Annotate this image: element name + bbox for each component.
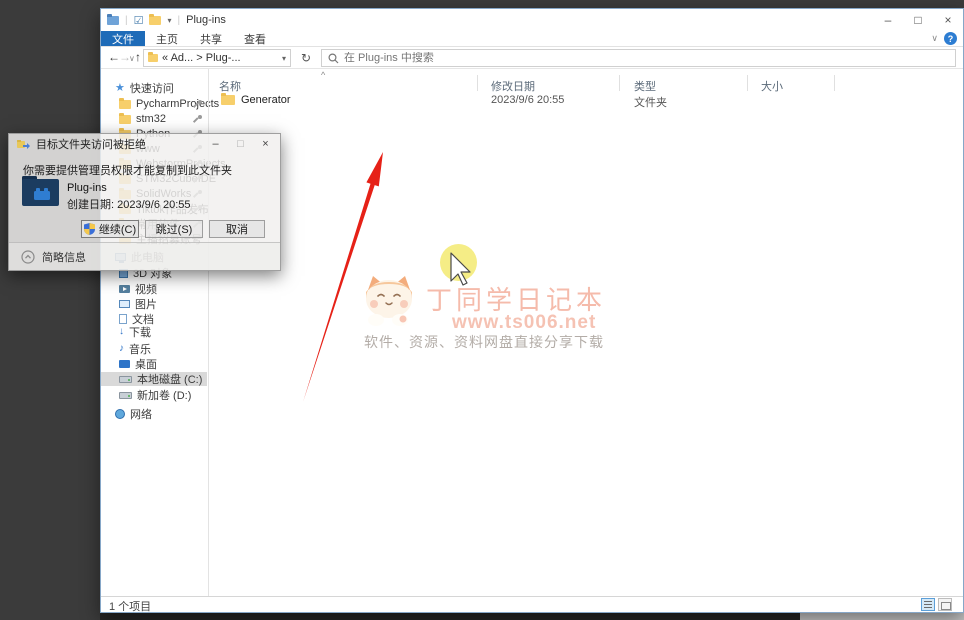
- taskbar-strip-light: [800, 613, 964, 620]
- folder-icon: [221, 93, 235, 105]
- customize-qat-dropdown-icon[interactable]: ▾: [167, 16, 171, 25]
- videos-icon: [119, 285, 130, 293]
- sidebar-item-downloads[interactable]: ↓ 下载: [101, 325, 207, 340]
- sidebar-item-quick-access[interactable]: ★ 快速访问: [101, 81, 207, 96]
- move-folder-icon: [17, 139, 30, 149]
- sidebar-item-videos[interactable]: 视频: [101, 282, 207, 296]
- pin-icon: [193, 99, 202, 109]
- desktop: | ☑ ▾ | Plug-ins – □ × 文件 主页 共享 查看 ∨ ? ←: [0, 0, 964, 620]
- dialog-footer[interactable]: 简略信息: [9, 242, 280, 270]
- watermark: 丁同学日记本 www.ts006.net 软件、资源、资料网盘直接分享下载: [360, 274, 620, 350]
- plugins-folder-icon: [22, 176, 59, 206]
- column-separator[interactable]: [834, 75, 835, 91]
- close-button[interactable]: ×: [933, 9, 963, 31]
- uac-shield-icon: [83, 223, 95, 235]
- quick-access-toolbar: | ☑ ▾ | Plug-ins: [101, 13, 226, 27]
- click-highlight: [440, 244, 477, 281]
- search-bar[interactable]: [321, 49, 956, 67]
- sidebar-item-documents[interactable]: 文档: [101, 312, 207, 326]
- refresh-button[interactable]: ↻: [295, 49, 317, 67]
- cancel-button[interactable]: 取消: [209, 220, 265, 238]
- tab-home[interactable]: 主页: [145, 31, 189, 46]
- network-icon: [115, 409, 125, 419]
- music-icon: ♪: [119, 343, 124, 354]
- pin-icon: [193, 114, 202, 124]
- desktop-icon: [119, 360, 130, 368]
- continue-button[interactable]: 继续(C): [81, 220, 139, 238]
- sidebar-item-pictures[interactable]: 图片: [101, 297, 207, 311]
- sidebar-item-network[interactable]: 网络: [101, 407, 207, 421]
- up-button[interactable]: ↑: [135, 50, 141, 64]
- sidebar-item-new-volume-d[interactable]: 新加卷 (D:): [101, 388, 207, 402]
- column-separator[interactable]: [619, 75, 620, 91]
- sidebar-item-desktop[interactable]: 桌面: [101, 357, 207, 371]
- collapse-details-icon: [21, 249, 35, 264]
- navigation-toolbar: ← → ∨ ↑ « Ad... > Plug-... ▾ ↻: [101, 47, 963, 69]
- downloads-icon: ↓: [119, 326, 124, 337]
- file-type: 文件夹: [634, 97, 667, 109]
- address-dropdown-icon[interactable]: ▾: [282, 54, 286, 63]
- item-count: 1 个项目: [109, 601, 152, 613]
- dialog-title: 目标文件夹访问被拒绝: [36, 139, 146, 151]
- minimize-button[interactable]: –: [873, 9, 903, 31]
- dialog-close-button[interactable]: ×: [253, 134, 278, 154]
- sidebar-item-pinned[interactable]: PycharmProjects: [101, 97, 219, 111]
- address-bar[interactable]: « Ad... > Plug-... ▾: [143, 49, 291, 67]
- search-input[interactable]: [344, 52, 949, 64]
- taskbar-strip: [100, 613, 800, 620]
- tab-file[interactable]: 文件: [101, 31, 145, 46]
- separator: |: [125, 14, 128, 26]
- sidebar-item-music[interactable]: ♪ 音乐: [101, 342, 207, 357]
- sidebar-item-pinned[interactable]: stm32: [101, 112, 207, 126]
- shiba-dog-icon: [366, 276, 412, 326]
- column-separator[interactable]: [477, 75, 478, 91]
- quick-access-star-icon: ★: [115, 82, 125, 94]
- window-title: Plug-ins: [186, 14, 226, 26]
- drive-icon: [119, 375, 132, 383]
- watermark-url: www.ts006.net: [452, 312, 597, 333]
- dialog-maximize-button: □: [237, 138, 244, 150]
- access-denied-dialog: 目标文件夹访问被拒绝 – □ × 你需要提供管理员权限才能复制到此文件夹 Plu…: [8, 133, 281, 271]
- sidebar-item-local-disk-c[interactable]: 本地磁盘 (C:): [101, 372, 207, 386]
- help-icon[interactable]: ?: [944, 32, 957, 45]
- sort-ascending-icon: ^: [321, 70, 326, 80]
- search-icon: [328, 52, 339, 63]
- dialog-minimize-button[interactable]: –: [203, 134, 228, 154]
- ribbon-tabs: 文件 主页 共享 查看: [101, 31, 963, 47]
- watermark-subtitle: 软件、资源、资料网盘直接分享下载: [364, 334, 604, 350]
- collapse-ribbon-icon[interactable]: ∨: [931, 33, 938, 44]
- dialog-title-bar: 目标文件夹访问被拒绝 – □ ×: [9, 134, 280, 154]
- pictures-icon: [119, 300, 130, 308]
- tab-share[interactable]: 共享: [189, 31, 233, 46]
- file-row-generator[interactable]: Generator 2023/9/6 20:55 文件夹: [209, 92, 963, 109]
- column-separator[interactable]: [747, 75, 748, 91]
- icons-view-button[interactable]: [938, 598, 952, 611]
- file-date: 2023/9/6 20:55: [491, 94, 565, 106]
- address-breadcrumb[interactable]: « Ad... > Plug-...: [162, 52, 241, 64]
- documents-icon: [119, 314, 127, 324]
- details-view-button[interactable]: [921, 598, 935, 611]
- dialog-footer-label: 简略信息: [42, 251, 86, 264]
- title-bar: | ☑ ▾ | Plug-ins – □ ×: [101, 9, 963, 31]
- folder-icon: [119, 112, 131, 124]
- maximize-button[interactable]: □: [903, 9, 933, 31]
- properties-check-icon[interactable]: ☑: [134, 14, 144, 27]
- explorer-app-icon: [107, 13, 119, 25]
- separator: |: [177, 14, 181, 26]
- tab-view[interactable]: 查看: [233, 31, 277, 46]
- folder-icon: [119, 97, 131, 109]
- drive-icon: [119, 391, 132, 399]
- status-bar: 1 个项目: [101, 596, 963, 613]
- recent-locations-dropdown-icon[interactable]: ∨: [129, 54, 135, 63]
- folder-icon: [148, 52, 158, 62]
- dialog-folder-name: Plug-ins: [67, 182, 107, 194]
- skip-button[interactable]: 跳过(S): [145, 220, 203, 238]
- new-folder-icon[interactable]: [149, 13, 162, 25]
- file-name[interactable]: Generator: [241, 94, 291, 106]
- dialog-folder-date: 创建日期: 2023/9/6 20:55: [67, 199, 191, 211]
